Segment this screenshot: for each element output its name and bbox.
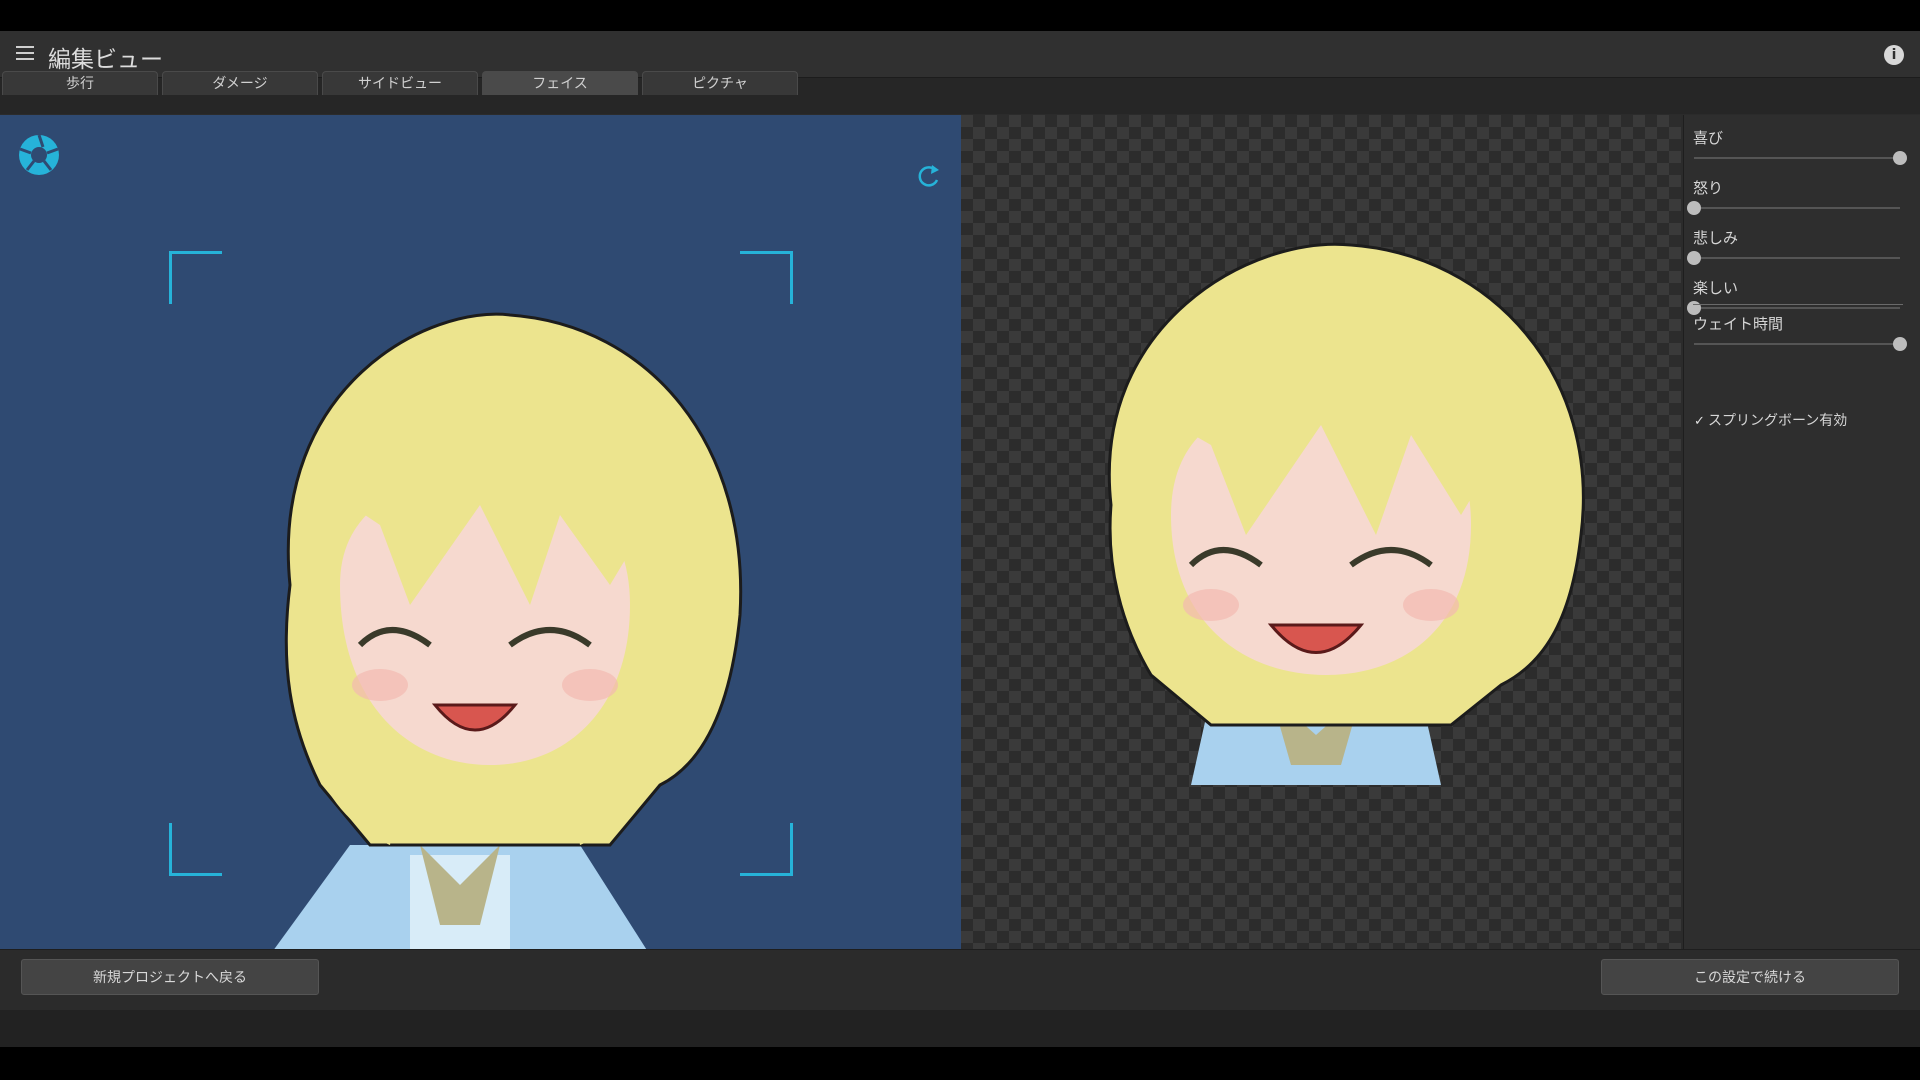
sadness-label: 悲しみ <box>1693 229 1739 247</box>
back-to-new-project-button[interactable]: 新規プロジェクトへ戻る <box>21 959 319 995</box>
refresh-icon[interactable] <box>915 162 941 190</box>
page-title: 編集ビュー <box>48 47 163 73</box>
fun-slider[interactable] <box>1687 301 1900 315</box>
sadness-slider[interactable] <box>1687 251 1900 265</box>
hamburger-icon[interactable] <box>16 46 34 60</box>
tab-walk[interactable]: 歩行 <box>2 71 158 95</box>
model-viewport[interactable] <box>0 115 961 949</box>
slider-thumb[interactable] <box>1893 151 1907 165</box>
spring-bone-checkbox[interactable]: ✓ スプリングボーン有効 <box>1694 410 1847 430</box>
face-preview <box>961 115 1681 949</box>
wait-time-slider[interactable] <box>1694 337 1907 351</box>
slider-thumb[interactable] <box>1687 201 1701 215</box>
joy-slider[interactable] <box>1694 151 1907 165</box>
app-window: 編集ビュー i 歩行 ダメージ サイドビュー フェイス ピクチャ 喜び 怒り 悲… <box>0 31 1920 1047</box>
tab-picture[interactable]: ピクチャ <box>642 71 798 95</box>
character-model <box>274 312 743 949</box>
joy-label: 喜び <box>1693 129 1724 147</box>
aperture-icon[interactable] <box>18 134 60 176</box>
tab-face[interactable]: フェイス <box>482 71 638 95</box>
anger-slider[interactable] <box>1687 201 1900 215</box>
slider-thumb[interactable] <box>1687 251 1701 265</box>
continue-button[interactable]: この設定で続ける <box>1601 959 1899 995</box>
slider-thumb[interactable] <box>1893 337 1907 351</box>
tab-damage[interactable]: ダメージ <box>162 71 318 95</box>
frame-corner-tl <box>169 251 222 304</box>
expression-panel: 喜び怒り悲しみ楽しい ウェイト時間 ✓ スプリングボーン有効 <box>1683 115 1920 949</box>
fun-label: 楽しい <box>1693 279 1739 297</box>
checkmark-icon: ✓ <box>1694 414 1705 429</box>
tab-side-view[interactable]: サイドビュー <box>322 71 478 95</box>
character-preview <box>1107 242 1585 785</box>
bottom-bar: 新規プロジェクトへ戻る この設定で続ける <box>0 949 1920 1010</box>
info-icon[interactable]: i <box>1884 45 1904 65</box>
wait-time-label: ウェイト時間 <box>1693 315 1784 333</box>
spring-bone-label: スプリングボーン有効 <box>1708 413 1848 429</box>
frame-corner-bl <box>169 823 222 876</box>
panel-divider <box>1693 304 1903 305</box>
anger-label: 怒り <box>1693 179 1724 197</box>
status-bar <box>0 1010 1920 1047</box>
